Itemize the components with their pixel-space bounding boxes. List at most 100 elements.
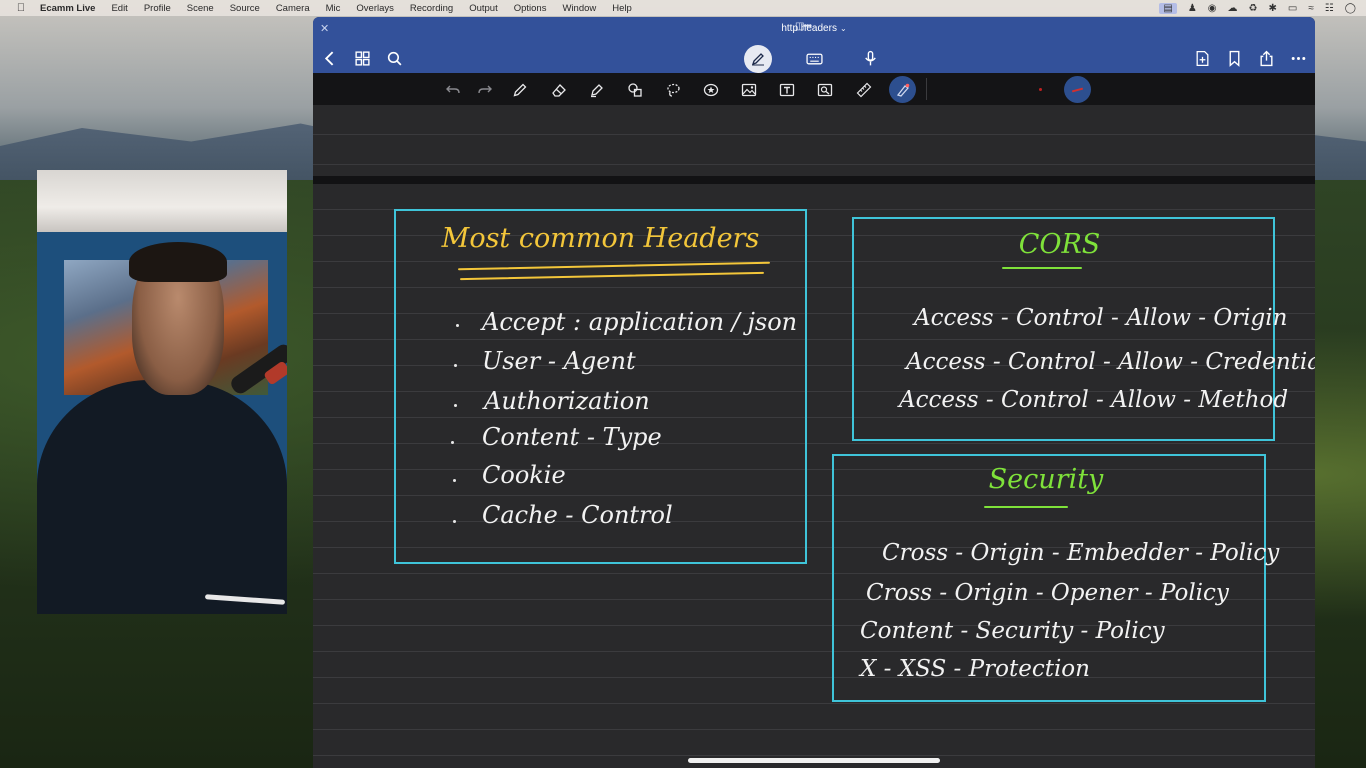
list-item: Access - Control - Allow - Method — [899, 387, 1289, 413]
security-title: Security — [988, 464, 1104, 495]
grid-icon — [354, 50, 370, 66]
multitasking-icon[interactable]: ◫••• — [795, 21, 812, 32]
menu-recording[interactable]: Recording — [410, 3, 453, 14]
eraser-tool[interactable] — [549, 80, 568, 99]
list-item: X - XSS - Protection — [860, 656, 1090, 682]
redo-icon — [477, 85, 492, 93]
menu-output[interactable]: Output — [469, 3, 498, 14]
menu-camera[interactable]: Camera — [276, 3, 310, 14]
menu-profile[interactable]: Profile — [144, 3, 171, 14]
list-item: Cross - Origin - Embedder - Policy — [882, 540, 1280, 566]
status-tray: ▤ ♟ ◉ ☁ ♻ ✱ ▭ ≈ ☷ ◯ — [1159, 0, 1356, 16]
list-item: Cross - Origin - Opener - Policy — [866, 580, 1229, 606]
menu-overlays[interactable]: Overlays — [356, 3, 393, 14]
list-item: Cookie — [482, 461, 566, 489]
highlighter-tool[interactable] — [587, 80, 606, 99]
bookmark-button[interactable] — [1223, 47, 1245, 69]
list-item: Accept : application / json — [482, 308, 798, 336]
color-picker-button[interactable] — [1064, 76, 1091, 103]
star-sticker-icon — [703, 83, 718, 96]
more-options-button[interactable] — [1287, 47, 1309, 69]
home-indicator[interactable] — [688, 758, 940, 763]
sync-icon[interactable]: ♻ — [1249, 3, 1258, 14]
pen-icon — [751, 53, 764, 66]
camera-status-icon[interactable]: ◉ — [1208, 3, 1217, 14]
undo-icon — [445, 85, 460, 93]
list-item: Cache - Control — [482, 501, 673, 529]
ruler-tool[interactable] — [854, 80, 873, 99]
notebook-page[interactable]: Most common Headers Accept : application… — [313, 184, 1315, 768]
bullet — [451, 441, 454, 444]
ruler-icon — [856, 82, 871, 97]
chevron-left-icon — [324, 50, 333, 66]
bullet — [454, 404, 457, 407]
redo-button[interactable] — [475, 80, 494, 99]
laser-pointer-icon — [896, 83, 909, 97]
share-button[interactable] — [1255, 47, 1277, 69]
laser-color-dot[interactable] — [1039, 88, 1042, 91]
bullet — [456, 324, 459, 327]
menu-app-name[interactable]: Ecamm Live — [40, 3, 95, 14]
bluetooth-icon[interactable]: ✱ — [1268, 3, 1276, 14]
image-icon — [741, 83, 756, 96]
grid-view-button[interactable] — [351, 47, 373, 69]
lasso-icon — [666, 83, 680, 97]
common-headers-title: Most common Headers — [441, 223, 760, 254]
list-item: Access - Control - Allow - Origin — [914, 305, 1288, 331]
microphone-button[interactable] — [859, 47, 881, 69]
pen-tool[interactable] — [510, 80, 529, 99]
menu-source[interactable]: Source — [230, 3, 260, 14]
search-button[interactable] — [383, 47, 405, 69]
webcam-ceiling — [37, 170, 287, 232]
control-center-icon[interactable]: ☷ — [1325, 3, 1334, 14]
bullet — [454, 364, 457, 367]
menu-help[interactable]: Help — [612, 3, 632, 14]
ecamm-icon[interactable]: ♟ — [1188, 3, 1197, 14]
menu-window[interactable]: Window — [562, 3, 596, 14]
title-underline — [458, 261, 770, 271]
cloud-icon[interactable]: ☁ — [1228, 3, 1238, 14]
list-item: Access - Control - Allow - Credentials — [906, 349, 1315, 375]
scan-tool[interactable] — [815, 80, 834, 99]
screen-icon[interactable]: ▭ — [1288, 3, 1297, 14]
share-icon — [1259, 50, 1273, 66]
image-tool[interactable] — [739, 80, 758, 99]
add-page-button[interactable] — [1191, 47, 1213, 69]
apple-menu-icon[interactable]:  — [14, 2, 28, 14]
display-mirror-icon[interactable]: ▤ — [1159, 2, 1177, 14]
shapes-tool[interactable] — [625, 80, 644, 99]
add-page-icon — [1196, 50, 1208, 66]
back-button[interactable] — [319, 47, 341, 69]
menu-scene[interactable]: Scene — [187, 3, 214, 14]
text-tool[interactable] — [777, 80, 796, 99]
handwriting-mode-button[interactable] — [744, 45, 772, 73]
laser-pointer-tool[interactable] — [889, 76, 916, 103]
bookmark-icon — [1229, 50, 1239, 67]
title-underline-second — [460, 271, 764, 281]
elements-tool[interactable] — [701, 80, 720, 99]
cors-title-underline — [1002, 267, 1082, 269]
previous-page — [313, 105, 1315, 177]
eraser-icon — [551, 83, 566, 97]
highlighter-icon — [590, 83, 603, 97]
pen-tool-icon — [513, 83, 526, 96]
menu-edit[interactable]: Edit — [111, 3, 127, 14]
page-divider — [313, 176, 1315, 184]
menu-options[interactable]: Options — [514, 3, 547, 14]
webcam-feed — [37, 170, 287, 614]
webcam-person-body — [37, 380, 287, 614]
notes-app-window: ✕ http headers ⌄ ◫••• Most common Header… — [313, 17, 1315, 768]
siri-icon[interactable]: ◯ — [1345, 3, 1356, 14]
keyboard-mode-button[interactable] — [803, 47, 825, 69]
text-box-icon — [779, 83, 794, 96]
security-title-underline — [984, 506, 1068, 508]
lasso-tool[interactable] — [663, 80, 682, 99]
wifi-icon[interactable]: ≈ — [1308, 3, 1314, 14]
ellipsis-icon — [1291, 56, 1305, 60]
shapes-icon — [627, 82, 642, 97]
document-title[interactable]: http headers ⌄ — [313, 23, 1315, 34]
undo-button[interactable] — [443, 80, 462, 99]
microphone-icon — [864, 50, 876, 65]
menu-mic[interactable]: Mic — [326, 3, 341, 14]
list-item: User - Agent — [482, 347, 636, 375]
